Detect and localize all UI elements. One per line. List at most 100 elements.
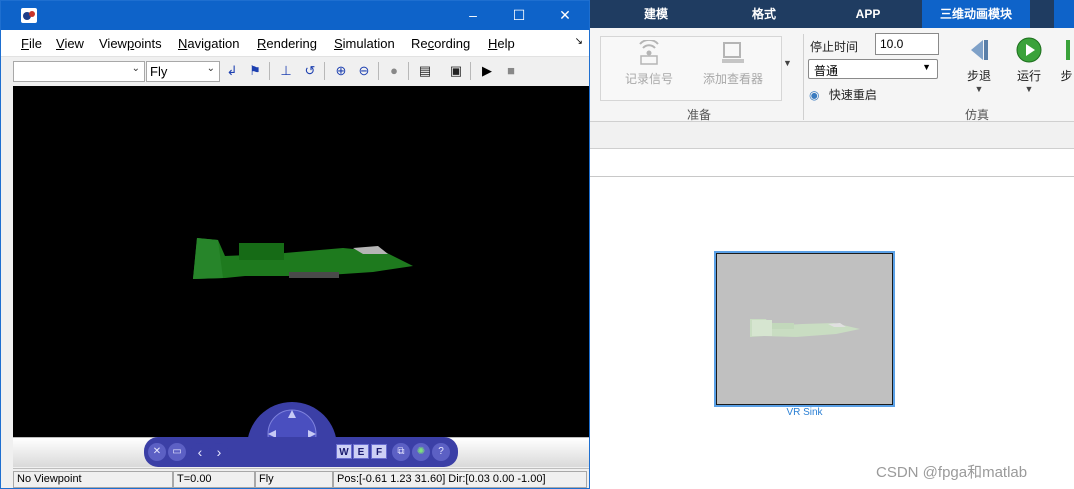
add-viewer-button[interactable]: 添加查看器: [697, 40, 769, 87]
return-viewpoint-icon[interactable]: ↲: [223, 62, 241, 80]
toolbar-separator: [269, 62, 270, 80]
menu-bar: File View Viewpoints Navigation Renderin…: [1, 30, 589, 56]
play-icon[interactable]: ▶: [478, 62, 496, 80]
menu-viewpoints-label: oints: [134, 36, 162, 51]
vr-viewer-window: – ☐ ✕ File View Viewpoints Navigation Re…: [0, 0, 590, 489]
tab-3d-animation[interactable]: 三维动画模块: [922, 0, 1030, 28]
chevron-down-icon: ⌄: [131, 63, 140, 74]
simulate-group-label: 仿真: [965, 108, 990, 122]
nav-key-f[interactable]: F: [371, 444, 387, 459]
rotate-left-icon[interactable]: ‹: [191, 443, 209, 461]
tab-app[interactable]: APP: [839, 0, 897, 28]
stop-icon[interactable]: ■: [502, 62, 520, 80]
step-back-button[interactable]: 步退 ▼: [961, 36, 997, 94]
status-bar: No Viewpoint T=0.00 Fly Pos:[-0.61 1.23 …: [13, 468, 589, 488]
watermark: CSDN @fpga和matlab: [876, 464, 1028, 481]
menu-navigation-label: avigation: [187, 36, 240, 51]
straighten-up-icon[interactable]: ⊥: [277, 62, 295, 80]
toolbar-separator: [324, 62, 325, 80]
tab-modeling[interactable]: 建模: [627, 0, 685, 28]
nav-key-e[interactable]: E: [353, 444, 369, 459]
tab-overflow-icon[interactable]: [1054, 0, 1074, 28]
menu-viewpoints[interactable]: Viewpoints: [99, 36, 162, 51]
status-viewpoint: No Viewpoint: [13, 471, 173, 488]
ribbon: 记录信号 添加查看器 ▼ 准备 停止时间 普通 ▼ ◉ 快速重启: [589, 28, 1074, 122]
flag-icon[interactable]: ⚑: [246, 62, 264, 80]
fast-restart-label: 快速重启: [828, 88, 877, 102]
toolbar-separator: [408, 62, 409, 80]
help-icon[interactable]: ?: [432, 443, 450, 461]
step-forward-label: 步: [1060, 69, 1073, 83]
status-position: Pos:[-0.61 1.23 31.60] Dir:[0.03 0.00 -1…: [333, 471, 587, 488]
broadcast-icon: [639, 40, 659, 65]
headlight-icon[interactable]: ✺: [412, 443, 430, 461]
toolbar-separator: [378, 62, 379, 80]
stop-time-label: 停止时间: [810, 40, 859, 54]
step-back-icon: [971, 40, 988, 60]
log-signals-label: 记录信号: [624, 72, 673, 86]
menu-rendering-label: endering: [266, 36, 317, 51]
menu-overflow-icon[interactable]: ↘: [575, 36, 583, 47]
simulation-mode-select[interactable]: 普通 ▼: [808, 59, 938, 79]
prepare-expand-icon[interactable]: ▼: [783, 58, 792, 68]
step-back-dropdown-icon[interactable]: ▼: [961, 84, 997, 94]
menu-help[interactable]: Help: [488, 36, 515, 51]
vr-sink-label: VR Sink: [786, 407, 823, 418]
run-button[interactable]: 运行 ▼: [1011, 36, 1047, 94]
zoom-in-icon[interactable]: ⊕: [332, 62, 350, 80]
vr-sink-block[interactable]: [714, 251, 895, 407]
undo-move-icon[interactable]: ↺: [301, 62, 319, 80]
toolbar-separator: [470, 62, 471, 80]
title-bar: – ☐ ✕: [1, 1, 589, 30]
vr-logo-icon: [23, 11, 35, 20]
menu-simulation-accel: S: [334, 36, 343, 51]
clipboard-icon[interactable]: ▤: [416, 62, 434, 80]
nav-mode-select-value: Fly: [150, 64, 168, 79]
stop-time-input[interactable]: [875, 33, 939, 55]
menu-file-accel: F: [21, 36, 29, 51]
menu-recording-pre: Re: [411, 36, 428, 51]
fast-restart-button[interactable]: ◉ 快速重启: [809, 86, 877, 103]
prepare-group-label: 准备: [687, 108, 712, 122]
run-dropdown-icon[interactable]: ▼: [1011, 84, 1047, 94]
zoom-out-icon[interactable]: ⊖: [355, 62, 373, 80]
menu-view-label: iew: [64, 36, 84, 51]
run-label: 运行: [1016, 69, 1041, 83]
nav-key-w[interactable]: W: [336, 444, 352, 459]
maximize-button[interactable]: ☐: [496, 1, 542, 30]
group-divider: [803, 34, 804, 120]
menu-recording[interactable]: Recording: [411, 36, 470, 51]
record-icon[interactable]: ●: [385, 62, 403, 80]
menu-help-label: elp: [497, 36, 515, 51]
menu-navigation-accel: N: [178, 36, 188, 51]
ribbon-collapse-bar: [589, 122, 1074, 149]
viewpoint-select[interactable]: ⌄: [13, 61, 145, 82]
toolbar: ⌄ Fly ⌄ ↲ ⚑ ⊥ ↺ ⊕ ⊖ ● ▤ ▣ ▶ ■: [1, 56, 589, 85]
menu-file-label: ile: [28, 36, 42, 51]
step-forward-button[interactable]: 步: [1059, 36, 1074, 84]
rotate-right-icon[interactable]: ›: [210, 443, 228, 461]
menu-file[interactable]: File: [21, 36, 42, 51]
log-signals-button[interactable]: 记录信号: [619, 40, 679, 87]
chevron-down-icon: ⌄: [206, 63, 215, 74]
3d-viewport[interactable]: [13, 86, 589, 437]
window-icon[interactable]: ⧉: [392, 443, 410, 461]
step-forward-icon: [1065, 40, 1070, 60]
camera-icon[interactable]: ▣: [447, 62, 465, 80]
minimize-button[interactable]: –: [450, 1, 496, 30]
status-time: T=0.00: [173, 471, 255, 488]
menu-simulation[interactable]: Simulation: [334, 36, 395, 51]
simulation-mode-value: 普通: [814, 64, 839, 78]
menu-view[interactable]: View: [56, 36, 84, 51]
status-nav-mode: Fly: [255, 471, 333, 488]
play-icon: [1016, 37, 1042, 63]
nav-mode-select[interactable]: Fly ⌄: [146, 61, 220, 82]
chevron-down-icon: ▼: [922, 62, 931, 72]
close-panel-icon[interactable]: ✕: [148, 443, 166, 461]
close-button[interactable]: ✕: [542, 1, 588, 30]
restore-panel-icon[interactable]: ▭: [168, 443, 186, 461]
menu-navigation[interactable]: Navigation: [178, 36, 239, 51]
tab-format[interactable]: 格式: [735, 0, 793, 28]
menu-viewpoints-pre: View: [99, 36, 127, 51]
menu-rendering[interactable]: Rendering: [257, 36, 317, 51]
